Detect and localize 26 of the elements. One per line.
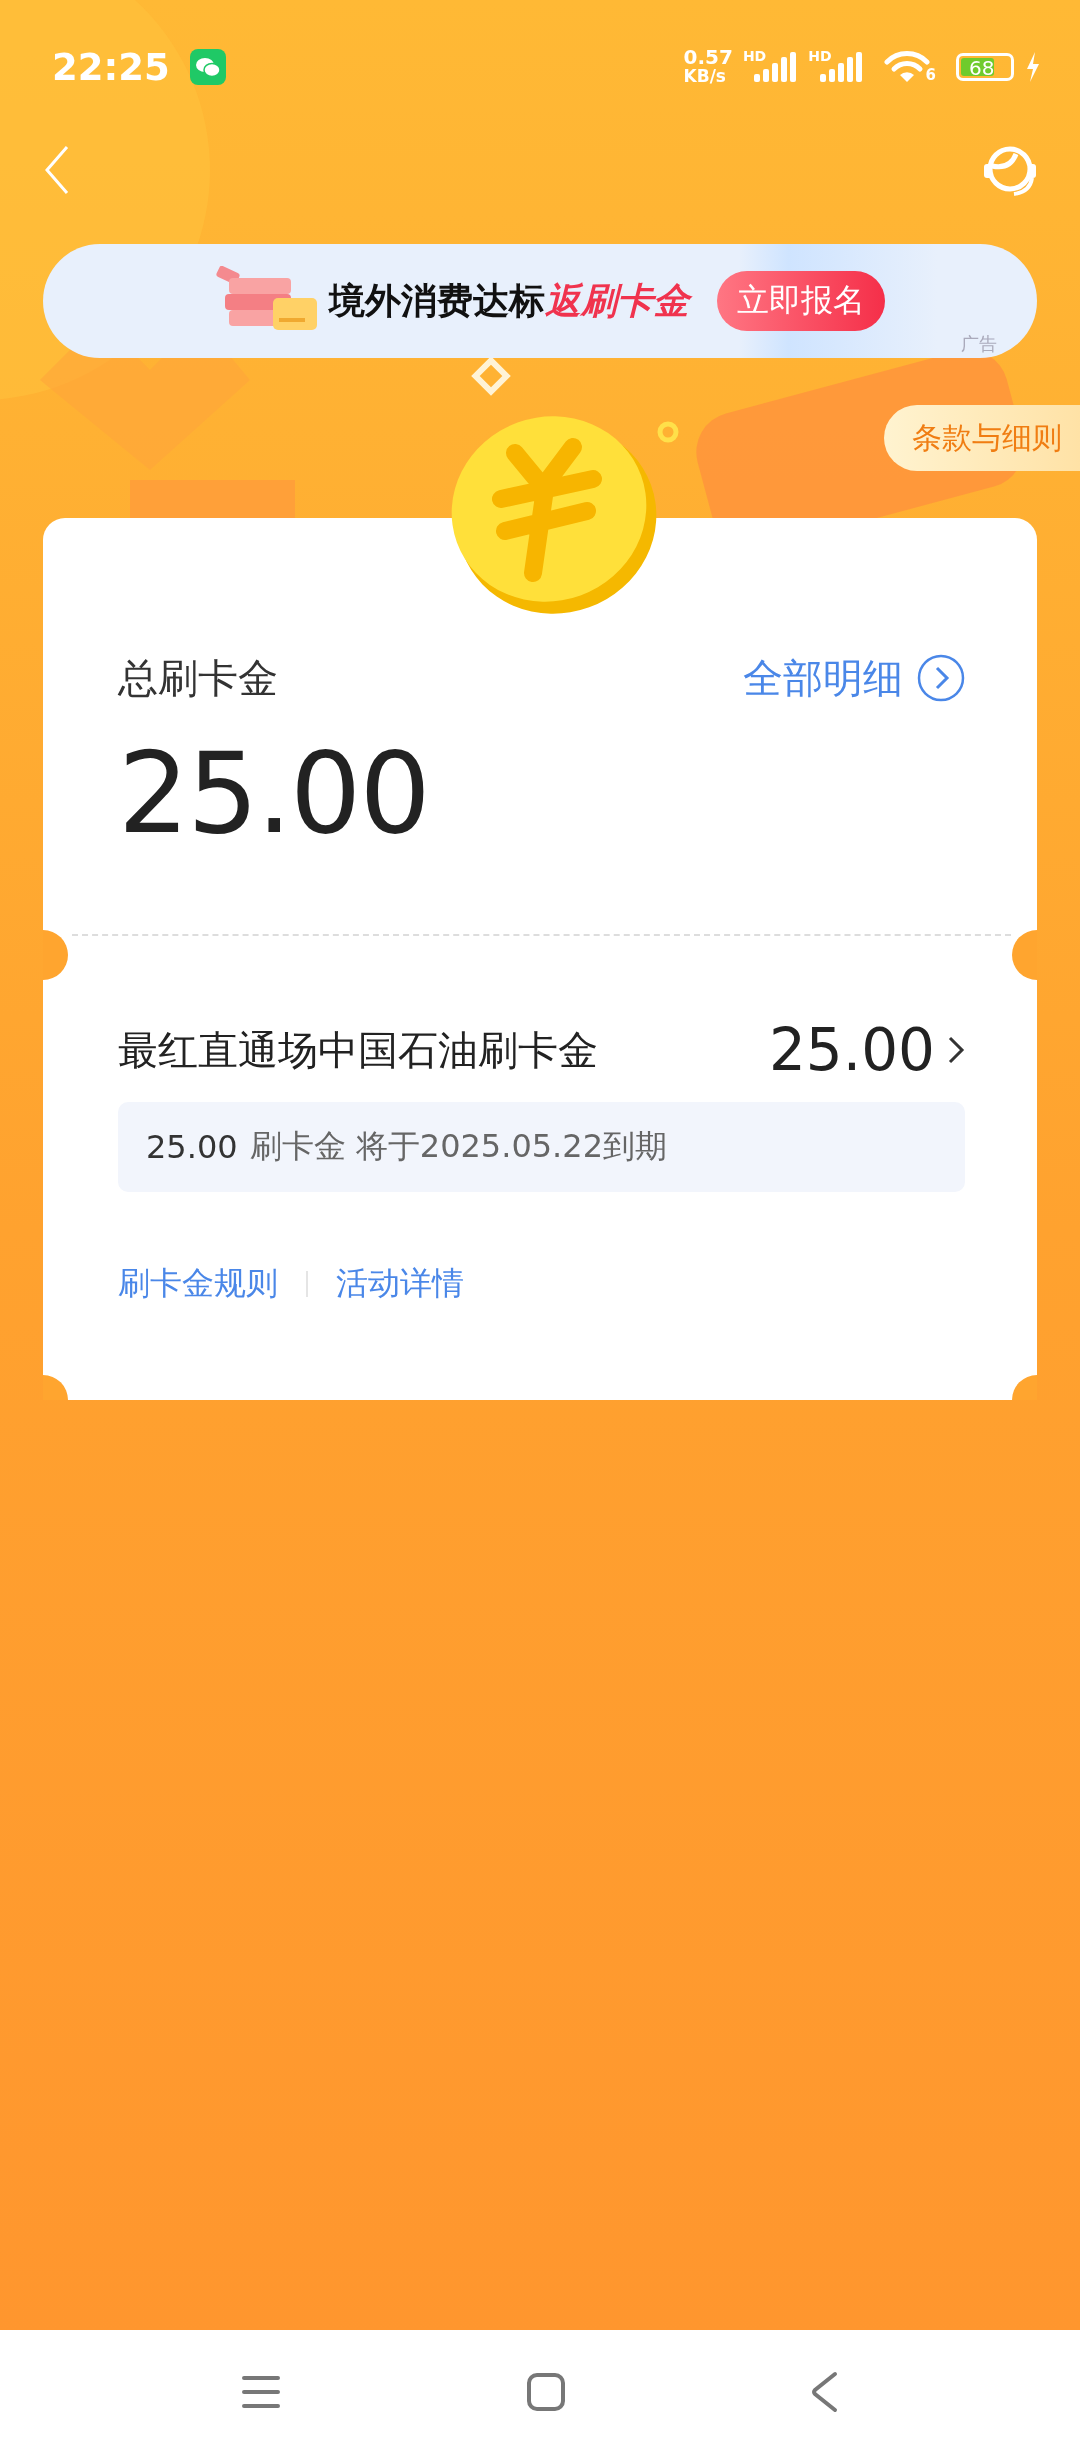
details-link[interactable]: 全部明细 [743, 650, 965, 706]
note-amount: 25.00 [146, 1128, 238, 1166]
speed-unit: KB/s [683, 67, 727, 86]
terms-button[interactable]: 条款与细则 [884, 405, 1080, 471]
ad-banner[interactable]: 境外消费达标返刷卡金 立即报名 广告 [43, 244, 1037, 358]
home-icon[interactable] [526, 2372, 566, 2412]
back-icon[interactable] [811, 2371, 839, 2413]
network-type-label: HD [742, 48, 767, 64]
sign-up-button[interactable]: 立即报名 [717, 271, 885, 331]
chat-app-icon [189, 49, 226, 85]
menu-icon[interactable] [241, 2374, 281, 2410]
expiry-note: 刷卡金 将于2025.05.22到期 [249, 1126, 667, 1167]
battery-percent: 68 [961, 58, 994, 76]
item-name: 最红直通场中国石油刷卡金 [118, 1025, 599, 1075]
total-amount: 25.00 [118, 728, 430, 858]
link[interactable]: 活动详情 [336, 1262, 464, 1306]
network-speed: 0.57 [683, 48, 733, 67]
chevron-circle-icon [917, 654, 965, 702]
charging-icon [1026, 52, 1040, 82]
wifi-label: 6 [925, 66, 936, 84]
chevron-right-icon [947, 1035, 965, 1065]
ad-label: 广告 [961, 332, 997, 356]
total-label: 总刷卡金 [118, 653, 278, 703]
clock: 22:25 [52, 45, 170, 89]
link[interactable]: 刷卡金规则 [118, 1262, 278, 1306]
network-type-label: HD [808, 48, 832, 64]
